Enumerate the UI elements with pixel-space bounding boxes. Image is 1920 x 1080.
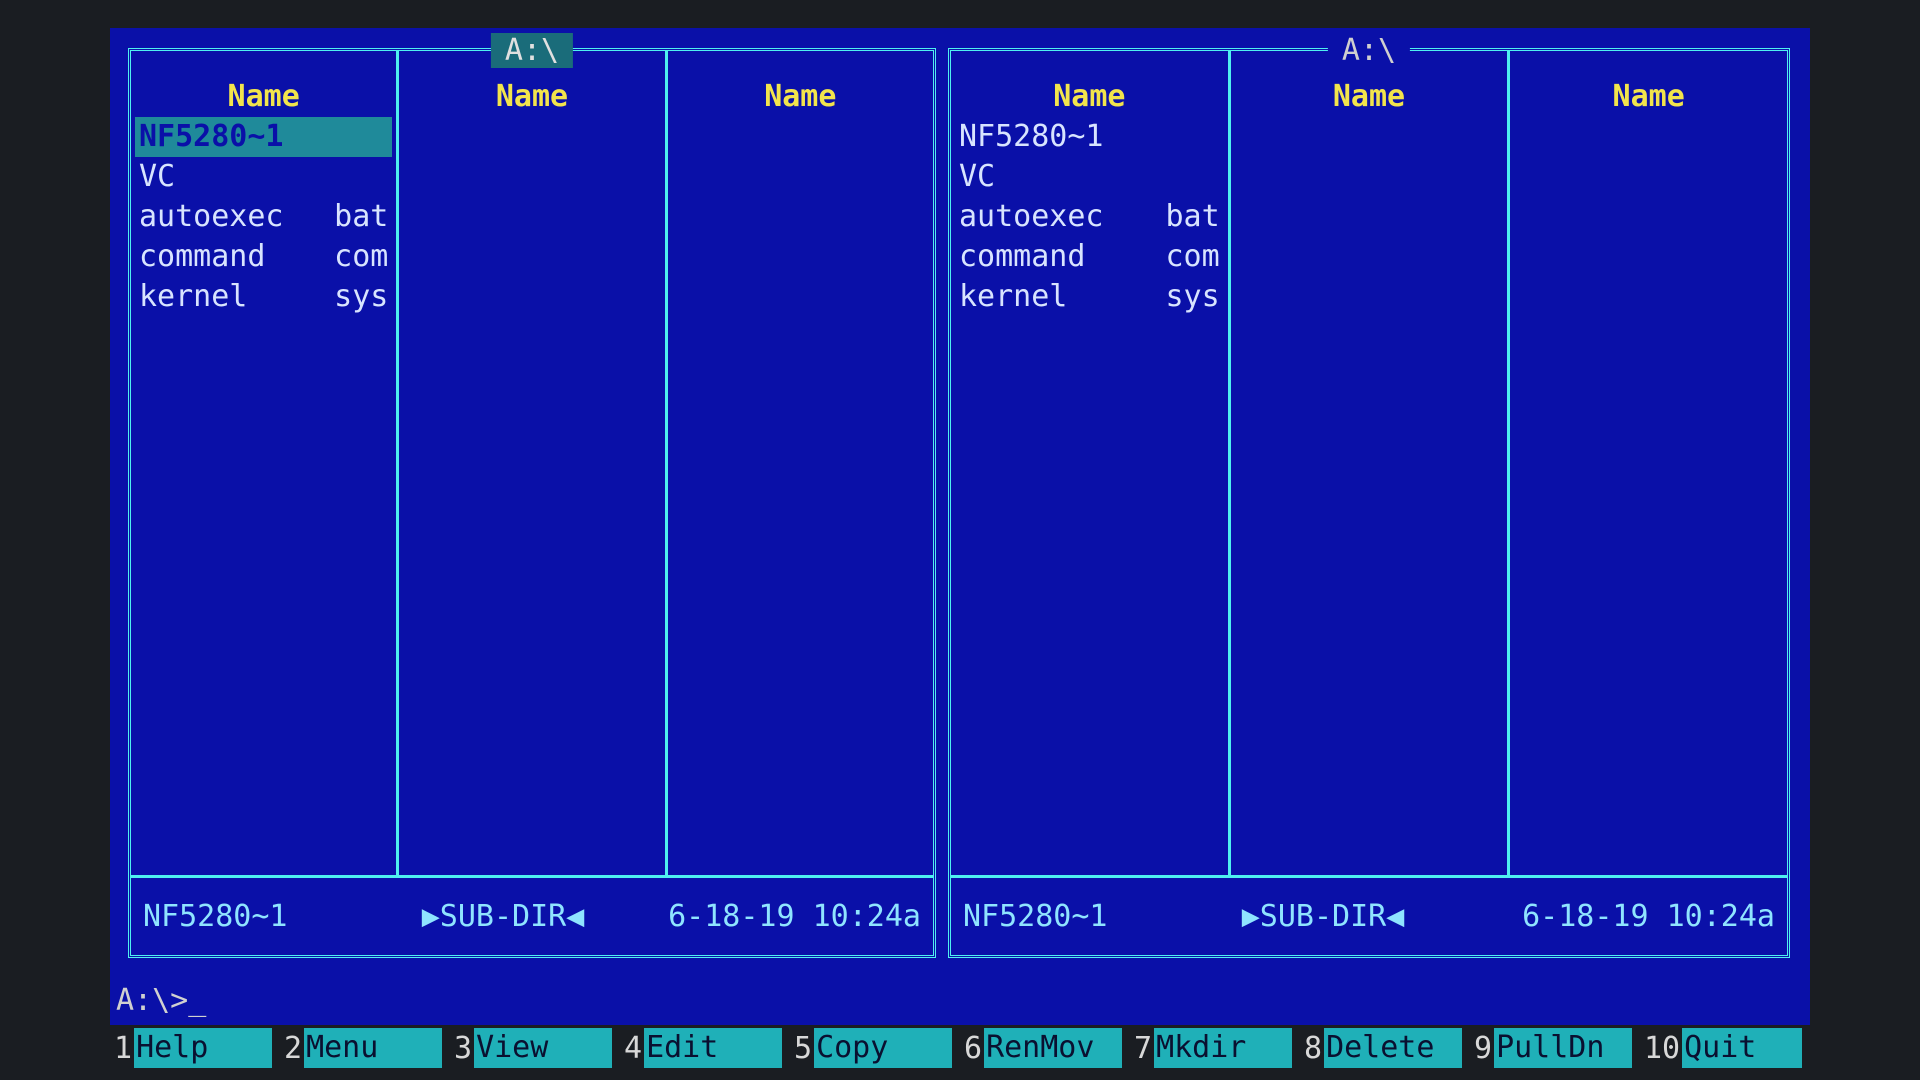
file-name: kernel [959,279,1068,314]
file-item-nf5280-selected[interactable]: NF5280~1 [135,117,393,157]
fkey-number: 7 [1134,1030,1153,1066]
file-name: command [139,239,266,274]
file-item-autoexec[interactable]: autoexec bat [135,197,392,237]
fkey-renmov[interactable]: 6 RenMov [960,1025,1130,1071]
fkey-help[interactable]: 1 Help [110,1025,280,1071]
file-item-kernel[interactable]: kernel sys [955,277,1224,317]
file-name: command [959,239,1086,274]
function-key-bar: 1 Help 2 Menu 3 View 4 Edit 5 Copy 6 Ren… [110,1025,1810,1071]
file-name: autoexec [139,199,284,234]
file-item-vc[interactable]: VC [135,157,392,197]
file-name: autoexec [959,199,1104,234]
file-ext: sys [334,279,389,314]
file-item-command[interactable]: command com [955,237,1224,277]
file-name: kernel [139,279,248,314]
file-name: VC [139,159,176,194]
status-name: NF5280~1 [143,899,288,934]
fkey-number: 6 [964,1030,983,1066]
file-list: NF5280~1 VC autoexec bat command com ker… [131,117,396,317]
file-item-kernel[interactable]: kernel sys [135,277,392,317]
status-type: ▶SUB-DIR◀ [1241,899,1405,934]
fkey-number: 2 [284,1030,303,1066]
dos-screen: A:\ Name NF5280~1 VC autoexec bat comman… [110,28,1810,1028]
fkey-label: Copy [814,1028,952,1068]
fkey-number: 10 [1644,1030,1681,1066]
file-item-autoexec[interactable]: autoexec bat [955,197,1224,237]
file-ext: bat [334,199,389,234]
file-list: NF5280~1 VC autoexec bat command com ker… [951,117,1228,317]
right-column-2: Name [1231,51,1511,875]
fkey-number: 8 [1304,1030,1323,1066]
file-ext: sys [1165,279,1220,314]
fkey-pulldn[interactable]: 9 PullDn [1470,1025,1640,1071]
column-header: Name [495,79,569,114]
right-status-line: NF5280~1 ▶SUB-DIR◀ 6-18-19 10:24a [951,875,1787,955]
fkey-label: Delete [1324,1028,1462,1068]
column-header: Name [1612,79,1685,114]
fkey-number: 9 [1474,1030,1493,1066]
status-name: NF5280~1 [963,899,1108,934]
column-header: Name [227,79,300,114]
fkey-delete[interactable]: 8 Delete [1300,1025,1470,1071]
file-name: NF5280~1 [959,119,1104,154]
fkey-label: Menu [304,1028,442,1068]
file-ext: com [334,239,389,274]
fkey-label: Quit [1682,1028,1802,1068]
fkey-menu[interactable]: 2 Menu [280,1025,450,1071]
fkey-number: 4 [624,1030,643,1066]
right-file-panel[interactable]: A:\ Name NF5280~1 VC autoexec bat comman… [948,33,1790,958]
fkey-label: PullDn [1494,1028,1632,1068]
status-datetime: 6-18-19 10:24a [668,899,921,934]
left-file-panel[interactable]: A:\ Name NF5280~1 VC autoexec bat comman… [128,33,936,958]
left-column-1: Name NF5280~1 VC autoexec bat command co… [131,51,400,875]
left-status-line: NF5280~1 ▶SUB-DIR◀ 6-18-19 10:24a [131,875,933,955]
fkey-label: Help [134,1028,272,1068]
fkey-view[interactable]: 3 View [450,1025,620,1071]
file-item-nf5280[interactable]: NF5280~1 [955,117,1224,157]
fkey-label: Mkdir [1154,1028,1292,1068]
fkey-edit[interactable]: 4 Edit [620,1025,790,1071]
column-header: Name [1332,79,1406,114]
fkey-number: 5 [794,1030,813,1066]
column-header: Name [764,79,837,114]
file-ext: bat [1165,199,1220,234]
fkey-label: View [474,1028,612,1068]
fkey-number: 3 [454,1030,473,1066]
fkey-quit[interactable]: 10 Quit [1640,1025,1810,1071]
file-name: NF5280~1 [139,119,284,154]
file-item-command[interactable]: command com [135,237,392,277]
right-column-3: Name [1510,51,1787,875]
fkey-mkdir[interactable]: 7 Mkdir [1130,1025,1300,1071]
file-name: VC [959,159,996,194]
status-datetime: 6-18-19 10:24a [1522,899,1775,934]
status-type: ▶SUB-DIR◀ [421,899,585,934]
left-column-3: Name [668,51,933,875]
file-item-vc[interactable]: VC [955,157,1224,197]
right-column-1: Name NF5280~1 VC autoexec bat command co… [951,51,1231,875]
fkey-number: 1 [114,1030,133,1066]
left-column-2: Name [399,51,668,875]
command-prompt[interactable]: A:\>_ [116,983,206,1018]
column-header: Name [1053,79,1126,114]
fkey-label: Edit [644,1028,782,1068]
fkey-copy[interactable]: 5 Copy [790,1025,960,1071]
fkey-label: RenMov [984,1028,1122,1068]
file-ext: com [1165,239,1220,274]
